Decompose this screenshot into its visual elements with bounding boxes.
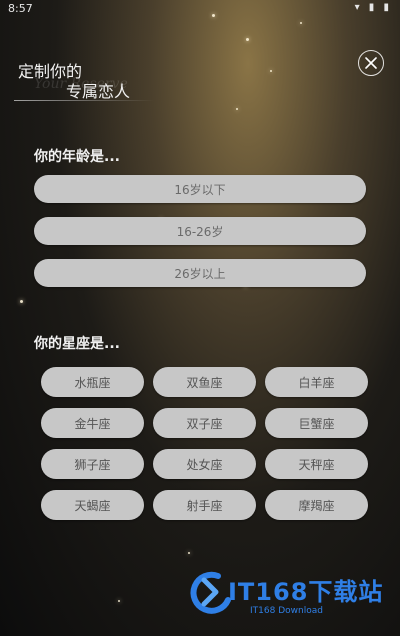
watermark-text: IT168下载站 [228, 578, 384, 606]
zodiac-option-scorpio[interactable]: 天蝎座 [41, 490, 144, 520]
sparkle [246, 38, 249, 41]
zodiac-option-taurus[interactable]: 金牛座 [41, 408, 144, 438]
zodiac-option-sagittarius[interactable]: 射手座 [153, 490, 256, 520]
zodiac-option-cancer[interactable]: 巨蟹座 [265, 408, 368, 438]
sparkle [118, 600, 120, 602]
zodiac-option-libra[interactable]: 天秤座 [265, 449, 368, 479]
zodiac-option-capricorn[interactable]: 摩羯座 [265, 490, 368, 520]
sparkle [236, 108, 238, 110]
status-bar: 8:57 ▾ ▮ ▮ [0, 0, 400, 18]
watermark-subtext: IT168 Download [250, 606, 323, 616]
zodiac-option-pisces[interactable]: 双鱼座 [153, 367, 256, 397]
age-section-title: 你的年龄是... [34, 149, 120, 165]
status-icons: ▾ ▮ ▮ [354, 2, 392, 13]
zodiac-option-aries[interactable]: 白羊座 [265, 367, 368, 397]
zodiac-section-title: 你的星座是... [34, 336, 120, 352]
sparkle [270, 70, 272, 72]
title-line-2: 专属恋人 [66, 82, 131, 101]
zodiac-option-gemini[interactable]: 双子座 [153, 408, 256, 438]
watermark: IT168下载站 IT168 Download [188, 570, 394, 628]
status-time: 8:57 [8, 2, 33, 15]
zodiac-option-leo[interactable]: 狮子座 [41, 449, 144, 479]
close-button[interactable] [358, 50, 384, 76]
page-title: Your Reserve 定制你的 专属恋人 [14, 56, 164, 104]
title-underline [14, 100, 154, 101]
close-icon [365, 57, 377, 69]
age-option-under-16[interactable]: 16岁以下 [34, 175, 366, 203]
sparkle [300, 22, 302, 24]
sparkle [20, 300, 23, 303]
zodiac-option-virgo[interactable]: 处女座 [153, 449, 256, 479]
sparkle [188, 552, 190, 554]
age-option-16-26[interactable]: 16-26岁 [34, 217, 366, 245]
age-option-over-26[interactable]: 26岁以上 [34, 259, 366, 287]
zodiac-option-aquarius[interactable]: 水瓶座 [41, 367, 144, 397]
